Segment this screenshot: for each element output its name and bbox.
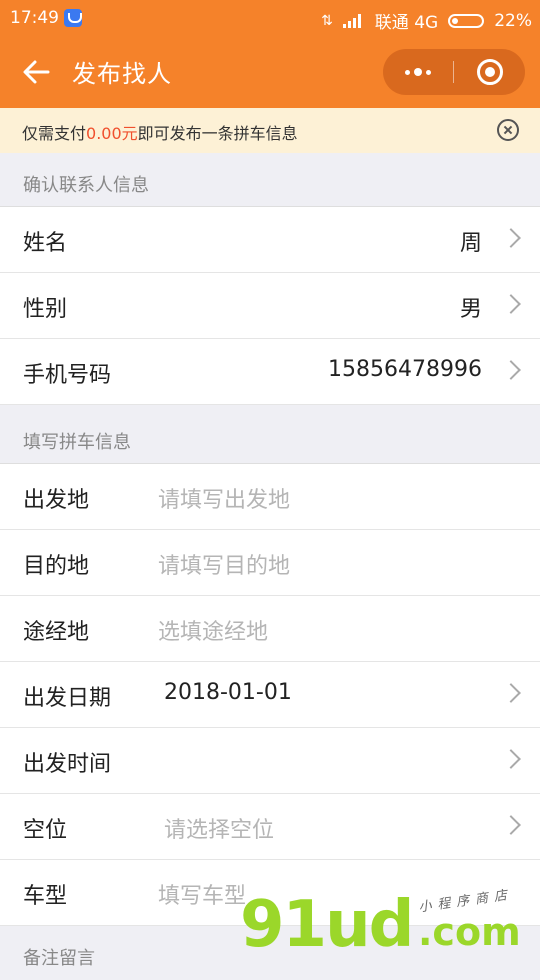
chevron-right-icon xyxy=(501,815,521,835)
date-row[interactable]: 出发日期 2018-01-01 xyxy=(0,662,540,728)
chevron-right-icon xyxy=(501,228,521,248)
phone-row[interactable]: 手机号码 15856478996 xyxy=(0,339,540,405)
status-time: 17:49 xyxy=(10,8,59,28)
destination-label: 目的地 xyxy=(23,554,90,579)
chevron-right-icon xyxy=(501,683,521,703)
page-title: 发布找人 xyxy=(72,60,172,88)
via-row: 途经地 选填途经地 xyxy=(0,596,540,662)
watermark-domain: .com xyxy=(418,910,521,954)
miniprogram-capsule xyxy=(383,49,525,95)
departure-label: 出发地 xyxy=(23,488,90,513)
contact-section-title: 确认联系人信息 xyxy=(0,153,540,207)
car-model-label: 车型 xyxy=(23,884,68,909)
name-label: 姓名 xyxy=(23,231,68,256)
name-row[interactable]: 姓名 周 xyxy=(0,207,540,273)
date-value: 2018-01-01 xyxy=(164,680,292,705)
more-menu-icon[interactable] xyxy=(383,49,453,95)
gender-row[interactable]: 性别 男 xyxy=(0,273,540,339)
car-model-input[interactable]: 填写车型 xyxy=(158,878,246,910)
gender-label: 性别 xyxy=(23,297,68,322)
top-bar: 17:49 ⇅ 联通 4G 22% 发布找人 xyxy=(0,0,540,108)
via-input[interactable]: 选填途经地 xyxy=(158,614,268,646)
notice-suffix: 即可发布一条拼车信息 xyxy=(137,124,298,143)
watermark-brand: 91ud xyxy=(240,888,414,962)
notice-prefix: 仅需支付 xyxy=(22,124,87,143)
data-transfer-icon: ⇅ xyxy=(321,12,333,29)
destination-input[interactable]: 请填写目的地 xyxy=(158,548,290,580)
seats-label: 空位 xyxy=(23,818,68,843)
close-miniprogram-icon[interactable] xyxy=(477,59,503,85)
notice-amount: 0.00元 xyxy=(86,124,138,143)
seats-picker[interactable]: 请选择空位 xyxy=(164,812,274,844)
gender-value: 男 xyxy=(459,297,482,322)
time-row[interactable]: 出发时间 xyxy=(0,728,540,794)
date-label: 出发日期 xyxy=(23,686,112,711)
status-bar: 17:49 ⇅ 联通 4G 22% xyxy=(0,0,540,36)
battery-icon xyxy=(448,13,485,28)
carrier-label: 联通 4G xyxy=(374,13,439,33)
nav-bar: 发布找人 xyxy=(0,36,540,108)
signal-icon xyxy=(342,13,365,28)
time-label: 出发时间 xyxy=(23,752,112,777)
back-arrow-icon[interactable] xyxy=(20,56,52,88)
watermark: 91ud .com 小程序商店 xyxy=(240,887,540,962)
notice-text: 仅需支付0.00元即可发布一条拼车信息 xyxy=(22,120,298,144)
qq-notification-icon xyxy=(64,9,82,27)
destination-row: 目的地 请填写目的地 xyxy=(0,530,540,596)
seats-row[interactable]: 空位 请选择空位 xyxy=(0,794,540,860)
name-value: 周 xyxy=(459,231,482,256)
departure-row: 出发地 请填写出发地 xyxy=(0,464,540,530)
chevron-right-icon xyxy=(501,360,521,380)
departure-input[interactable]: 请填写出发地 xyxy=(158,482,290,514)
status-right: ⇅ 联通 4G 22% xyxy=(321,8,532,34)
via-label: 途经地 xyxy=(23,620,90,645)
chevron-right-icon xyxy=(501,749,521,769)
capsule-divider xyxy=(453,61,454,83)
trip-section-title: 填写拼车信息 xyxy=(0,410,540,464)
phone-value: 15856478996 xyxy=(328,357,482,382)
payment-notice: 仅需支付0.00元即可发布一条拼车信息 xyxy=(0,108,540,153)
battery-percent: 22% xyxy=(494,10,532,31)
chevron-right-icon xyxy=(501,294,521,314)
phone-label: 手机号码 xyxy=(23,363,112,388)
notice-close-icon[interactable] xyxy=(497,119,519,141)
